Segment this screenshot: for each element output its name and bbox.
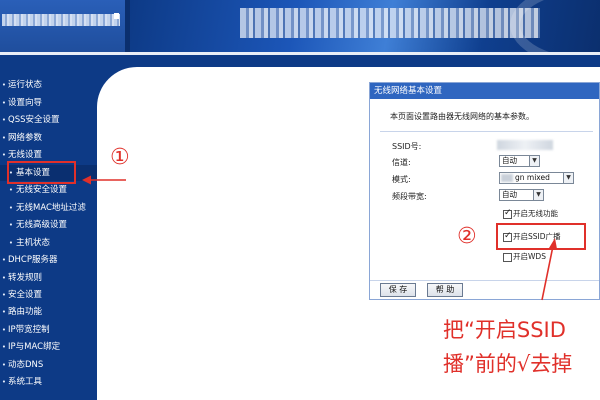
bandwidth-label: 频段带宽: (392, 192, 427, 201)
ssid-label: SSID号: (392, 142, 422, 151)
header-swoosh-decoration (510, 0, 600, 52)
dialog-title: 无线网络基本设置 (370, 83, 599, 99)
bullet-icon: • (1, 256, 7, 264)
bullet-icon: • (1, 343, 7, 351)
sidebar-item-label: 系统工具 (8, 377, 43, 387)
mode-label: 模式: (392, 175, 411, 184)
save-button[interactable]: 保 存 (380, 283, 416, 297)
mode-select-value: gn mixed (515, 173, 550, 182)
ssid-input[interactable] (497, 140, 553, 150)
wireless-basic-settings-dialog: 无线网络基本设置 本页面设置路由器无线网络的基本参数。 SSID号: 信道: 自… (369, 82, 600, 300)
chevron-down-icon: ▼ (533, 190, 543, 200)
channel-select-value: 自动 (502, 156, 517, 165)
sidebar-item-mac-filter[interactable]: • 无线MAC地址过滤 (0, 200, 97, 216)
brand-logo-blurred (2, 14, 120, 26)
bullet-icon: • (1, 308, 7, 316)
header-logo-area (0, 0, 125, 52)
dialog-separator (380, 131, 593, 132)
sidebar-item-routing[interactable]: • 路由功能 (0, 304, 97, 320)
sidebar-item-wireless-advanced[interactable]: • 无线高级设置 (0, 217, 97, 233)
mode-prefix-blurred (501, 174, 513, 182)
bullet-icon: • (1, 291, 7, 299)
sidebar-item-qss[interactable]: • QSS安全设置 (0, 112, 97, 128)
chevron-down-icon: ▼ (529, 156, 539, 166)
sidebar-item-label: 主机状态 (16, 238, 51, 248)
bandwidth-select[interactable]: 自动 ▼ (499, 189, 544, 201)
sidebar-item-label: 无线高级设置 (16, 220, 68, 230)
bullet-icon: • (1, 326, 7, 334)
sidebar-item-bandwidth[interactable]: • IP带宽控制 (0, 322, 97, 338)
help-button[interactable]: 帮 助 (427, 283, 463, 297)
dialog-footer-separator (370, 280, 599, 281)
dialog-description: 本页面设置路由器无线网络的基本参数。 (390, 112, 534, 121)
bullet-icon: • (1, 99, 7, 107)
sidebar-item-host-status[interactable]: • 主机状态 (0, 235, 97, 251)
sidebar-item-label: 无线设置 (8, 150, 43, 160)
instruction-note-line-1: 把“开启SSID (443, 318, 566, 342)
mode-select[interactable]: gn mixed ▼ (499, 172, 574, 184)
bullet-icon: • (1, 378, 7, 386)
sidebar-item-status[interactable]: • 运行状态 (0, 77, 97, 93)
router-admin-page: { "sidebar": { "items": [ {"label": "运行状… (0, 0, 600, 400)
sidebar-item-label: 无线安全设置 (16, 185, 68, 195)
sidebar-item-label: DHCP服务器 (8, 255, 58, 265)
wds-checkbox[interactable] (503, 252, 512, 262)
header-graphic-blurred-text (240, 8, 540, 38)
sidebar-item-label: IP与MAC绑定 (8, 342, 61, 352)
bullet-icon: • (8, 239, 14, 247)
wireless-enable-row: 开启无线功能 (503, 208, 558, 219)
sidebar-item-label: 无线MAC地址过滤 (16, 203, 86, 213)
sidebar-item-label: 运行状态 (8, 80, 43, 90)
bullet-icon: • (1, 274, 7, 282)
annotation-arrow-left-icon (82, 175, 126, 185)
bullet-icon: • (1, 116, 7, 124)
bullet-icon: • (8, 186, 14, 194)
annotation-step-2: ② (457, 224, 477, 249)
bullet-icon: • (8, 221, 14, 229)
sidebar-item-security[interactable]: • 安全设置 (0, 287, 97, 303)
bullet-icon: • (1, 361, 7, 369)
channel-label: 信道: (392, 158, 411, 167)
sidebar-item-label: 安全设置 (8, 290, 43, 300)
sidebar-nav: • 运行状态 • 设置向导 • QSS安全设置 • 网络参数 • 无线设置 • 基本设置 •… (0, 55, 97, 400)
sidebar-item-dhcp[interactable]: • DHCP服务器 (0, 252, 97, 268)
header-graphic (130, 0, 600, 52)
chevron-down-icon: ▼ (563, 173, 573, 183)
logo-mark (114, 13, 119, 19)
sidebar-item-ddns[interactable]: • 动态DNS (0, 357, 97, 373)
sidebar-item-label: 路由功能 (8, 307, 43, 317)
sidebar-item-system-tools[interactable]: • 系统工具 (0, 374, 97, 390)
annotation-highlight-basic-settings (7, 161, 76, 184)
instruction-note: 把“开启SSID 播”前的√去掉 (443, 313, 600, 381)
sidebar-item-ip-mac-binding[interactable]: • IP与MAC绑定 (0, 339, 97, 355)
wireless-enable-label: 开启无线功能 (513, 209, 558, 218)
bandwidth-select-value: 自动 (502, 190, 517, 199)
sidebar-item-network[interactable]: • 网络参数 (0, 130, 97, 146)
sidebar-item-label: IP带宽控制 (8, 325, 50, 335)
channel-select[interactable]: 自动 ▼ (499, 155, 540, 167)
bullet-icon: • (1, 81, 7, 89)
sidebar-item-forwarding[interactable]: • 转发规则 (0, 270, 97, 286)
sidebar-item-label: 设置向导 (8, 98, 43, 108)
sidebar-item-label: 转发规则 (8, 273, 43, 283)
wireless-enable-checkbox[interactable] (503, 208, 512, 219)
bullet-icon: • (8, 204, 14, 212)
header-banner (0, 0, 600, 55)
sidebar-item-label: 动态DNS (8, 360, 44, 370)
annotation-arrow-up-icon (541, 238, 557, 301)
sidebar-item-setup-wizard[interactable]: • 设置向导 (0, 95, 97, 111)
sidebar-item-label: QSS安全设置 (8, 115, 60, 125)
instruction-note-line-2: 播”前的√去掉 (443, 352, 573, 376)
sidebar-item-label: 网络参数 (8, 133, 43, 143)
annotation-step-1: ① (110, 145, 130, 170)
bullet-icon: • (1, 134, 7, 142)
